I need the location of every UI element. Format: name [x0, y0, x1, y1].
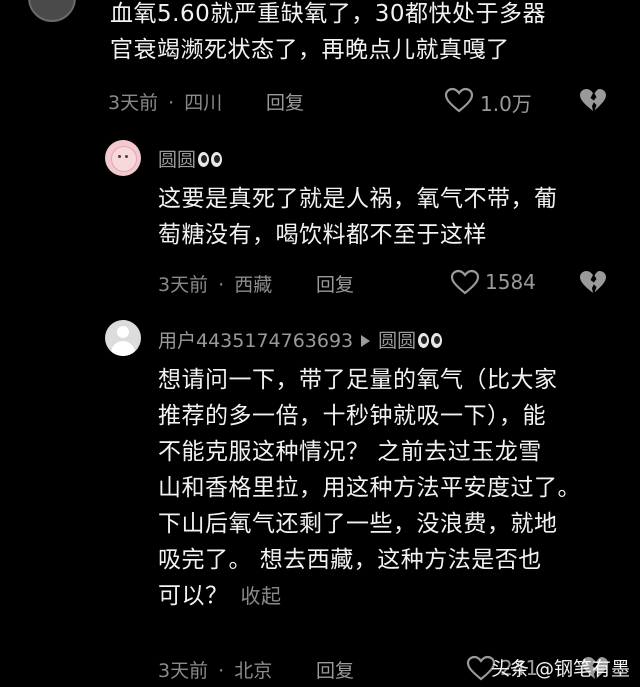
comment-time: 3天前 — [108, 92, 159, 114]
broken-heart-icon[interactable] — [578, 268, 608, 296]
collapse-button[interactable]: 收起 — [241, 584, 282, 608]
comment-meta: 3天前 · 西藏 — [158, 270, 272, 297]
heart-icon[interactable] — [450, 269, 480, 295]
reply-to-username[interactable]: 圆圆 — [378, 330, 416, 352]
comment-location: 四川 — [184, 92, 223, 114]
watermark: 头条 @钢笔有墨 — [490, 658, 630, 680]
comment-username[interactable]: 用户4435174763693 圆圆 — [158, 326, 444, 353]
avatar[interactable] — [105, 320, 141, 356]
reply-button[interactable]: 回复 — [316, 270, 354, 297]
avatar-face — [111, 146, 137, 172]
comment-meta: 3天前 · 四川 — [108, 88, 222, 115]
separator-dot: · — [218, 274, 225, 296]
separator-dot: · — [168, 92, 175, 114]
comment-location: 北京 — [234, 660, 273, 682]
comment-text: 想请问一下，带了足量的氧气（比大家 推荐的多一倍，十秒钟就吸一下），能 不能克服… — [158, 367, 581, 609]
reply-arrow-icon — [361, 334, 371, 347]
like-count: 1584 — [485, 270, 536, 294]
comment-text: 这要是真死了就是人祸，氧气不带，葡 萄糖没有，喝饮料都不至于这样 — [158, 186, 558, 248]
eyes-emoji-icon — [198, 152, 224, 168]
comment-time: 3天前 — [158, 660, 209, 682]
avatar[interactable] — [28, 0, 76, 22]
avatar[interactable] — [105, 140, 141, 176]
like-count: 1.0万 — [480, 92, 532, 116]
comment-username[interactable]: 圆圆 — [158, 145, 224, 172]
comment-time: 3天前 — [158, 274, 209, 296]
eyes-emoji-icon — [418, 333, 444, 349]
comment-meta: 3天前 · 北京 — [158, 656, 272, 683]
comment-location: 西藏 — [234, 274, 273, 296]
reply-button[interactable]: 回复 — [316, 656, 354, 683]
heart-icon[interactable] — [444, 87, 474, 113]
separator-dot: · — [218, 660, 225, 682]
broken-heart-icon[interactable] — [578, 86, 608, 114]
comment-text: 血氧5.60就严重缺氧了，30都快处于多器 官衰竭濒死状态了，再晚点儿就真嘎了 — [110, 1, 546, 63]
reply-button[interactable]: 回复 — [266, 88, 304, 115]
